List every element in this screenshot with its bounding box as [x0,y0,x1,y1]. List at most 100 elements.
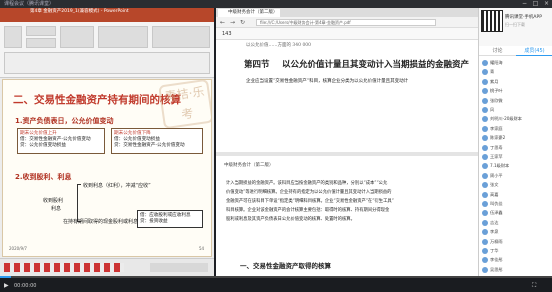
avatar [482,154,488,160]
playback-time: 00:00:00 [14,283,37,289]
avatar [482,163,488,170]
close-icon[interactable]: × [542,0,551,8]
pdf-line-5: 股利或利息及其资产负债表日公允价值变动的核算、处置时的核算。 [226,217,355,222]
box-price-down: 期末公允价值下降 借：公允价值变动损益 贷：交易性金融资产-公允价值变动 [111,128,203,154]
member-item[interactable]: 叫仇佳 [482,199,552,208]
avatar [482,191,488,198]
member-name: 叫仇佳 [490,201,503,206]
font-format-group[interactable] [26,38,56,48]
panel-tabs: 讨论 成员(45) [479,46,552,56]
font-name-select[interactable] [26,26,56,36]
member-item[interactable]: 万柳雨 [482,237,552,246]
play-icon[interactable]: ▶ [4,282,9,289]
brace [77,184,81,222]
pdf-running-header: 中级财务会计（第二版） [224,163,274,168]
slide-number: 54 [199,246,205,251]
box-price-up: 期末公允价值上升 借：交易性金融资产-公允价值变动 贷：公允价值变动损益 [17,128,105,154]
avatar [482,69,488,76]
member-item[interactable]: 刘明川-20级财本 [482,114,552,123]
pdf-line-1: 计入当期损益的金融资产。该科目应当按金融资产的类别和品种，分别以“成本”“公允 [226,181,388,186]
editing-group[interactable] [152,26,210,48]
ppt-ribbon[interactable] [0,22,214,78]
back-icon[interactable]: ← [220,19,225,26]
browser-tab[interactable]: 中级财务会计（第二版） [218,9,280,17]
member-item[interactable]: 高嘉 [482,190,552,199]
avatar [482,266,488,273]
box-dividend-entry: 借：应收股利或应收利息 贷：投资收益 [137,210,203,228]
member-name: 李泉 [490,229,499,235]
avatar [482,135,488,142]
window-title: 课程会议（腾讯课堂） [4,1,55,7]
pdf-viewer[interactable]: 以公允价值……方面的 340 000 第四节 以公允价值计量且其变动计入当期损益… [216,40,478,276]
member-name: 周小平 [490,172,503,178]
tab-members[interactable]: 成员(45) [516,46,552,56]
avatar [482,107,488,113]
paragraph-group[interactable] [60,26,94,48]
url-input[interactable]: file:///C:/Users/中级财务会计-第4章-金融资产.pdf [256,19,436,26]
member-item[interactable]: 桃子叶 [482,86,552,95]
row-interest: 利息 [51,206,62,212]
annotation-color-palette[interactable] [4,263,124,272]
ribbon-lower-row[interactable] [4,52,210,74]
view-controls[interactable] [150,263,208,272]
member-item[interactable]: 丁思寿 [482,143,552,152]
member-item[interactable]: 吉达 [482,218,552,227]
member-item[interactable]: 吴思彤 [482,265,552,274]
member-list[interactable]: 耀阳海青紫月桃子叶 张欣微风刘明川-20级财本 李家庭陈家豪2 丁思寿 王家苹 7.1级财… [479,58,552,276]
member-item[interactable]: 伍泽鑫 [482,208,552,217]
member-item[interactable]: 周小平 [482,171,552,180]
member-name: 吴思彤 [490,266,503,272]
avatar [482,88,488,95]
member-item[interactable]: 青 [482,67,552,76]
avatar [482,60,488,66]
maximize-icon[interactable]: □ [531,0,540,8]
pdf-line-4: 科目核算。企业对该金融资产的会计核算主要包括：取得时的核算、持有期间分得现金 [226,208,390,213]
row-holding-period: 在持有期间取得的现金股利或利息 [63,219,139,225]
reload-icon[interactable]: ↻ [240,19,245,26]
minimize-icon[interactable]: − [520,0,529,8]
member-name: 7.1级财本 [490,163,510,169]
tab-discuss[interactable]: 讨论 [479,46,516,56]
member-name: 李佳彤 [490,257,503,263]
member-item[interactable]: 李泉 [482,227,552,236]
drawing-group[interactable] [98,26,148,48]
member-item[interactable]: 丁华 [482,246,552,255]
box-dividend-credit: 贷：投资收益 [140,219,168,224]
member-item[interactable]: 李佳彤 [482,255,552,264]
member-item[interactable]: 陈家豪2 [482,133,552,142]
member-name: 青 [490,69,495,75]
member-item[interactable]: 张欣微 [482,96,552,105]
member-name: 紫月 [490,78,499,84]
member-item[interactable]: 紫月 [482,77,552,86]
paste-icon[interactable] [4,26,22,48]
browser-window: 中级财务会计（第二版） ← → ↻ file:///C:/Users/中级财务会… [216,8,478,276]
forward-icon[interactable]: → [230,19,235,26]
member-name: 陈家豪2 [490,135,506,141]
member-item[interactable]: 7.1级财本 [482,161,552,170]
pdf-line-3: 金融资产可在该科目下单设“指定类”明细科目核算。企业“交易性金融资产”在“衍生工… [226,199,394,204]
slide-canvas[interactable]: 二、交易性金融资产持有期间的核算 青桔·乐考 1.资产负债表日，公允价值变动 期… [2,79,212,257]
pdf-section-number: 第四节 [244,60,270,70]
avatar [482,248,488,254]
box-price-up-credit: 贷：公允价值变动损益 [20,143,66,148]
slide-date: 2020/9/7 [9,246,27,251]
member-name: 刘明川-20级财本 [490,116,522,122]
member-name: 丁华 [490,248,499,253]
avatar [482,257,488,264]
member-item[interactable]: 李家庭 [482,124,552,133]
member-item[interactable]: 张文 [482,180,552,189]
page-indicator[interactable]: 143 [222,31,232,37]
member-name: 风 [490,107,495,112]
pdf-toolbar: 143 [216,28,478,40]
browser-tabbar: 中级财务会计（第二版） [216,8,478,17]
member-name: 李家庭 [490,125,503,131]
window-titlebar: 课程会议（腾讯课堂） − □ × [0,0,552,8]
progress-bar[interactable] [0,276,552,278]
avatar [482,172,488,179]
qr-code-icon [481,10,503,32]
member-item[interactable]: 王家苹 [482,152,552,161]
member-item[interactable]: 耀阳海 [482,58,552,67]
member-item[interactable]: 风 [482,105,552,114]
fullscreen-icon[interactable]: ⛶ [532,282,536,290]
avatar [482,182,488,189]
